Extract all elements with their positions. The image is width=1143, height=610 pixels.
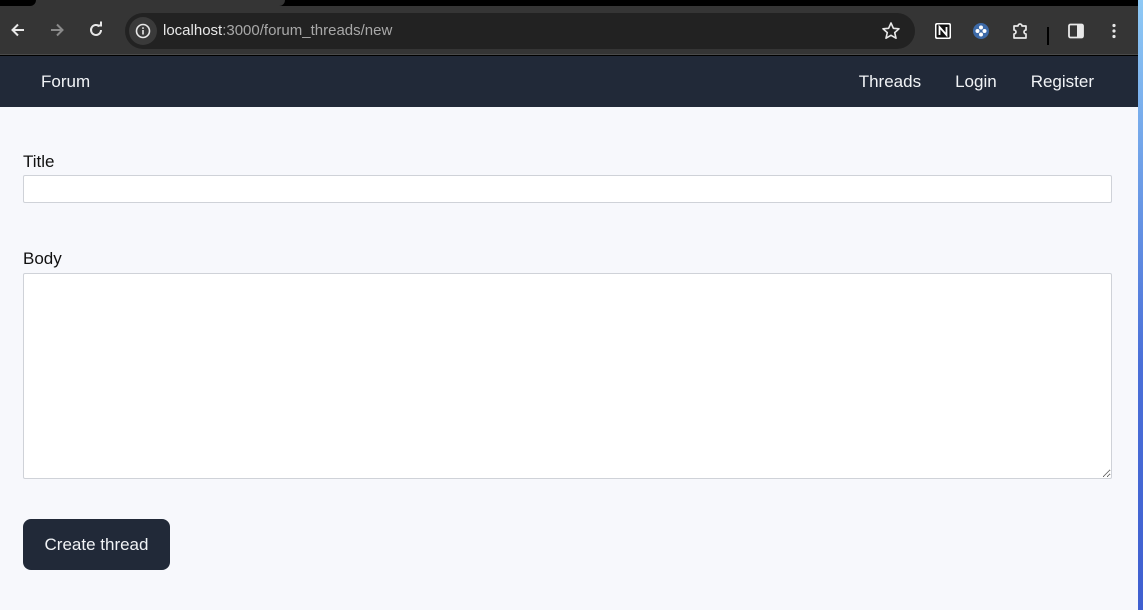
url-text: localhost:3000/forum_threads/new: [163, 22, 392, 39]
arrow-left-icon: [11, 23, 24, 37]
reload-button[interactable]: [84, 18, 108, 42]
brand-link[interactable]: Forum: [41, 72, 90, 92]
nav-link-threads[interactable]: Threads: [859, 72, 921, 92]
url-host: localhost: [163, 22, 223, 39]
bookmark-button[interactable]: [881, 21, 901, 46]
nav-link-register[interactable]: Register: [1031, 72, 1094, 92]
info-icon: [135, 23, 151, 39]
extensions-menu-button[interactable]: [1009, 20, 1031, 42]
puzzle-icon: [1013, 23, 1027, 39]
page: Forum Threads Login Register Title Body …: [0, 56, 1138, 610]
nav-link-login[interactable]: Login: [955, 72, 997, 92]
notion-icon: [935, 23, 951, 39]
back-button[interactable]: [6, 18, 30, 42]
extension-dots-icon: [973, 23, 989, 39]
site-info-button[interactable]: [129, 17, 157, 45]
star-icon: [882, 22, 900, 39]
desktop-edge: [1138, 0, 1143, 610]
reload-icon: [90, 21, 102, 36]
nav-links: Threads Login Register: [859, 72, 1094, 92]
title-label: Title: [23, 152, 55, 171]
extension-button[interactable]: [970, 20, 992, 42]
arrow-right-icon: [51, 23, 64, 37]
url-path: :3000/forum_threads/new: [222, 22, 393, 39]
body-textarea[interactable]: [23, 273, 1112, 479]
toolbar-separator: [1047, 27, 1049, 45]
address-bar[interactable]: localhost:3000/forum_threads/new: [125, 13, 915, 49]
browser-toolbar: localhost:3000/forum_threads/new: [0, 6, 1138, 55]
browser-menu-button[interactable]: [1103, 20, 1125, 42]
body-label: Body: [23, 249, 62, 268]
notion-extension[interactable]: [932, 20, 954, 42]
kebab-menu-icon: [1112, 23, 1116, 39]
side-panel-button[interactable]: [1065, 20, 1087, 42]
create-thread-button[interactable]: Create thread: [23, 519, 170, 570]
side-panel-icon: [1068, 23, 1084, 39]
forward-button[interactable]: [45, 18, 69, 42]
title-input[interactable]: [23, 175, 1112, 203]
new-thread-form: Title Body: [23, 152, 1112, 479]
site-navbar: Forum Threads Login Register: [0, 56, 1138, 107]
